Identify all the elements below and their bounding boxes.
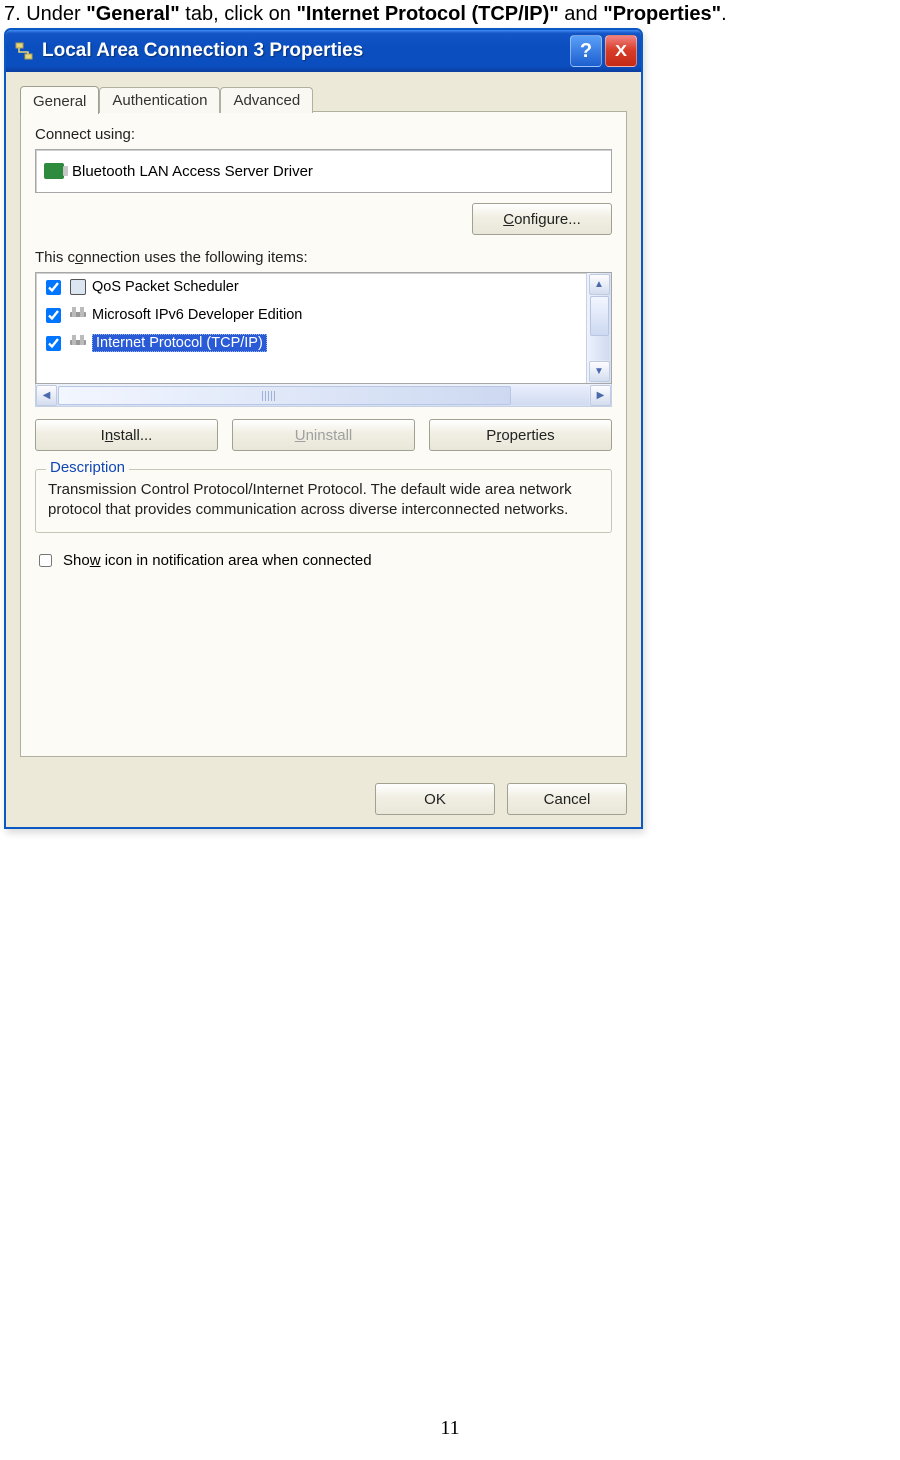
- item-label: Internet Protocol (TCP/IP): [92, 334, 267, 352]
- scroll-track[interactable]: [590, 296, 609, 360]
- instr-suffix: .: [721, 3, 727, 25]
- scroll-right-button[interactable]: ▶: [590, 385, 611, 406]
- scroll-down-button[interactable]: ▼: [589, 361, 610, 382]
- protocol-icon: [70, 279, 86, 295]
- tab-strip: General Authentication Advanced: [20, 84, 627, 113]
- cancel-button[interactable]: Cancel: [507, 783, 627, 815]
- instr-bold-properties: "Properties": [603, 3, 721, 25]
- instr-bold-tcpip: "Internet Protocol (TCP/IP)": [296, 3, 558, 25]
- list-item[interactable]: QoS Packet Scheduler: [36, 273, 586, 301]
- tab-authentication[interactable]: Authentication: [99, 87, 220, 113]
- install-button[interactable]: Install...: [35, 419, 218, 451]
- hscroll-track[interactable]: [58, 386, 589, 405]
- items-label: This connection uses the following items…: [35, 249, 612, 266]
- item-checkbox[interactable]: [46, 336, 61, 351]
- instr-prefix: 7. Under: [4, 3, 86, 25]
- nic-icon: [44, 163, 64, 179]
- scroll-left-button[interactable]: ◀: [36, 385, 57, 406]
- list-item[interactable]: Microsoft IPv6 Developer Edition: [36, 301, 586, 329]
- tab-panel-general: Connect using: Bluetooth LAN Access Serv…: [20, 111, 627, 757]
- connect-using-label: Connect using:: [35, 126, 612, 143]
- instruction-line: 7. Under "General" tab, click on "Intern…: [0, 0, 900, 26]
- tab-general[interactable]: General: [20, 86, 99, 114]
- description-groupbox: Description Transmission Control Protoco…: [35, 469, 612, 533]
- page-number: 11: [0, 1417, 900, 1440]
- tab-general-label: General: [33, 93, 86, 110]
- scroll-up-button[interactable]: ▲: [589, 274, 610, 295]
- scroll-grip-icon: [262, 391, 276, 401]
- item-label: Microsoft IPv6 Developer Edition: [92, 307, 302, 323]
- item-label: QoS Packet Scheduler: [92, 279, 239, 295]
- tab-auth-label: Authentication: [112, 92, 207, 109]
- ok-button[interactable]: OK: [375, 783, 495, 815]
- configure-label-rest: onfigure...: [514, 211, 581, 228]
- show-icon-label: Show icon in notification area when conn…: [63, 552, 372, 569]
- window-title: Local Area Connection 3 Properties: [42, 40, 570, 62]
- item-checkbox[interactable]: [46, 280, 61, 295]
- properties-dialog: Local Area Connection 3 Properties ? X G…: [4, 28, 643, 829]
- configure-button[interactable]: Configure...: [472, 203, 612, 235]
- instr-mid1: tab, click on: [180, 3, 297, 25]
- instr-mid2: and: [559, 3, 603, 25]
- items-listbox[interactable]: QoS Packet Scheduler Microsoft IPv6 Deve…: [35, 272, 612, 384]
- item-checkbox[interactable]: [46, 308, 61, 323]
- tab-advanced-label: Advanced: [233, 92, 300, 109]
- dialog-client-area: General Authentication Advanced Connect …: [6, 72, 641, 771]
- adapter-field[interactable]: Bluetooth LAN Access Server Driver: [35, 149, 612, 193]
- instr-bold-general: "General": [86, 3, 179, 25]
- title-bar[interactable]: Local Area Connection 3 Properties ? X: [6, 30, 641, 72]
- hscroll-thumb[interactable]: [58, 386, 511, 405]
- adapter-name: Bluetooth LAN Access Server Driver: [72, 163, 313, 180]
- properties-button[interactable]: Properties: [429, 419, 612, 451]
- help-button[interactable]: ?: [570, 35, 602, 67]
- uninstall-button: Uninstall: [232, 419, 415, 451]
- list-item-selected[interactable]: Internet Protocol (TCP/IP): [36, 329, 586, 357]
- items-listbox-viewport: QoS Packet Scheduler Microsoft IPv6 Deve…: [36, 273, 586, 383]
- protocol-icon: [70, 307, 86, 323]
- dialog-button-row: OK Cancel: [6, 771, 641, 827]
- vertical-scrollbar[interactable]: ▲ ▼: [586, 273, 611, 383]
- description-legend: Description: [46, 459, 129, 476]
- connection-icon: [14, 41, 34, 61]
- close-button[interactable]: X: [605, 35, 637, 67]
- show-icon-checkbox[interactable]: [39, 554, 52, 567]
- scroll-thumb[interactable]: [590, 296, 609, 336]
- horizontal-scrollbar[interactable]: ◀ ▶: [35, 384, 612, 407]
- show-icon-row[interactable]: Show icon in notification area when conn…: [35, 551, 612, 570]
- tab-advanced[interactable]: Advanced: [220, 87, 313, 113]
- protocol-icon: [70, 335, 86, 351]
- description-text: Transmission Control Protocol/Internet P…: [48, 480, 599, 520]
